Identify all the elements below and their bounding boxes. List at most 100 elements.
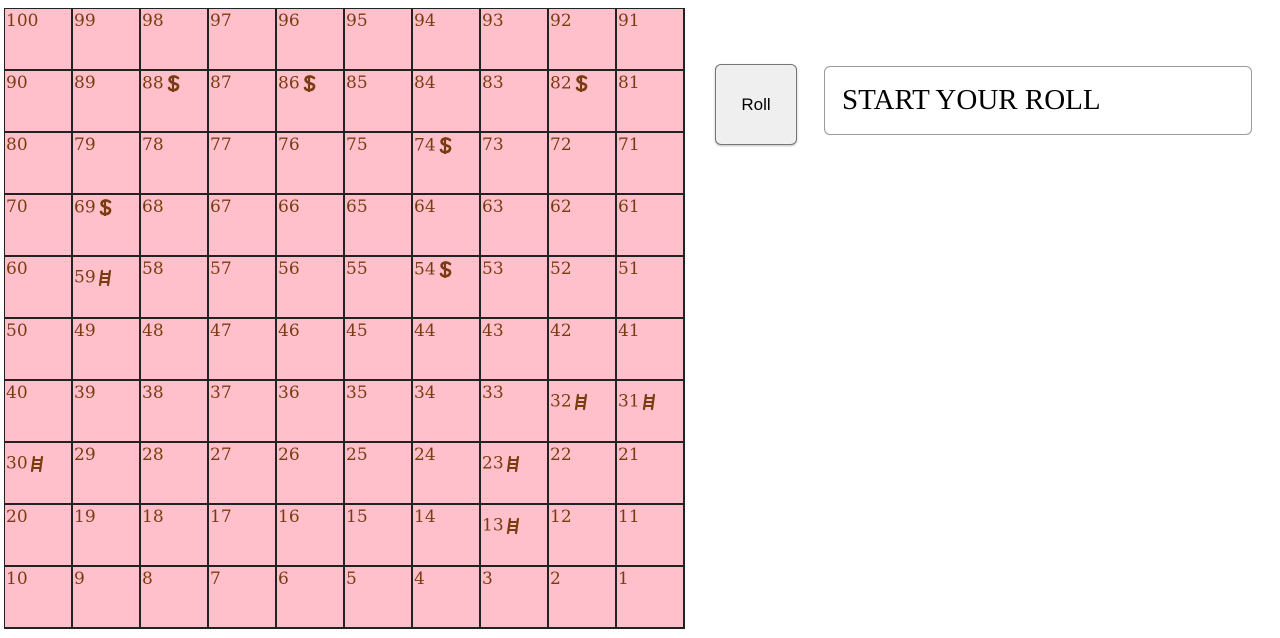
cell-number: 50 <box>6 323 28 340</box>
cell-number-label: 50 <box>6 321 28 341</box>
cell-number-label: 21 <box>618 445 640 465</box>
cell-number: 19 <box>74 509 96 526</box>
cell-number-label: 11 <box>618 507 640 527</box>
cell-number: 90 <box>6 75 28 92</box>
cell-number: 51 <box>618 261 640 278</box>
cell-number: 40 <box>6 385 28 402</box>
board-cell: 100 <box>5 9 73 71</box>
cell-number-label: 60 <box>6 259 28 279</box>
cell-number: 96 <box>278 13 300 30</box>
cell-number: 87 <box>210 75 232 92</box>
cell-number-label: 69 <box>74 197 96 218</box>
cell-number: 12 <box>550 509 572 526</box>
roll-button[interactable]: Roll <box>715 64 797 145</box>
cell-number-label: 61 <box>618 197 640 217</box>
cell-number-label: 63 <box>482 197 504 217</box>
board-cell: 80 <box>5 133 73 195</box>
board-cell: 69 <box>73 195 141 257</box>
cell-number: 37 <box>210 385 232 402</box>
board-cell: 76 <box>277 133 345 195</box>
cell-number: 59 <box>74 269 113 287</box>
cell-number-label: 51 <box>618 259 640 279</box>
cell-number-label: 1 <box>618 569 629 589</box>
cell-number-label: 55 <box>346 259 368 279</box>
board-cell: 72 <box>549 133 617 195</box>
board-cell: 65 <box>345 195 413 257</box>
cell-number: 10 <box>6 571 28 588</box>
cell-number-label: 97 <box>210 11 232 31</box>
board-cell: 71 <box>617 133 685 195</box>
snake-icon <box>437 261 455 279</box>
cell-number-label: 95 <box>346 11 368 31</box>
cell-number: 93 <box>482 13 504 30</box>
cell-number-label: 2 <box>550 569 561 589</box>
cell-number-label: 39 <box>74 383 96 403</box>
cell-number: 16 <box>278 509 300 526</box>
cell-number-label: 19 <box>74 507 96 527</box>
board-cell: 90 <box>5 71 73 133</box>
cell-number-label: 92 <box>550 11 572 31</box>
board-cell: 4 <box>413 567 481 629</box>
cell-number-label: 47 <box>210 321 232 341</box>
board-cell: 99 <box>73 9 141 71</box>
cell-number: 66 <box>278 199 300 216</box>
board-cell: 70 <box>5 195 73 257</box>
cell-number-label: 68 <box>142 197 164 217</box>
board-cell: 42 <box>549 319 617 381</box>
cell-number-label: 98 <box>142 11 164 31</box>
cell-number: 88 <box>142 75 183 93</box>
board-cell: 22 <box>549 443 617 505</box>
cell-number: 62 <box>550 199 572 216</box>
board-cell: 88 <box>141 71 209 133</box>
cell-number-label: 75 <box>346 135 368 155</box>
cell-number-label: 88 <box>142 73 164 94</box>
cell-number-label: 85 <box>346 73 368 93</box>
cell-number-label: 74 <box>414 135 436 156</box>
ladder-icon <box>505 455 521 473</box>
board-cell: 82 <box>549 71 617 133</box>
cell-number: 20 <box>6 509 28 526</box>
cell-number-label: 17 <box>210 507 232 527</box>
board-cell: 98 <box>141 9 209 71</box>
board-cell: 9 <box>73 567 141 629</box>
board-cell: 50 <box>5 319 73 381</box>
cell-number-label: 77 <box>210 135 232 155</box>
cell-number: 6 <box>278 571 289 588</box>
board-cell: 97 <box>209 9 277 71</box>
board-cell: 62 <box>549 195 617 257</box>
board-cell: 19 <box>73 505 141 567</box>
board-cell: 49 <box>73 319 141 381</box>
board-cell: 40 <box>5 381 73 443</box>
cell-number-label: 23 <box>482 453 504 474</box>
ladder-icon <box>573 393 589 411</box>
cell-number-label: 90 <box>6 73 28 93</box>
cell-number: 99 <box>74 13 96 30</box>
board-cell: 83 <box>481 71 549 133</box>
cell-number-label: 91 <box>618 11 640 31</box>
cell-number-label: 66 <box>278 197 300 217</box>
cell-number: 29 <box>74 447 96 464</box>
cell-number: 92 <box>550 13 572 30</box>
cell-number: 53 <box>482 261 504 278</box>
cell-number-label: 15 <box>346 507 368 527</box>
board-cell: 18 <box>141 505 209 567</box>
cell-number-label: 80 <box>6 135 28 155</box>
cell-number-label: 20 <box>6 507 28 527</box>
cell-number-label: 31 <box>618 391 640 412</box>
cell-number: 38 <box>142 385 164 402</box>
cell-number: 73 <box>482 137 504 154</box>
board-cell: 25 <box>345 443 413 505</box>
board-cell: 3 <box>481 567 549 629</box>
board-cell: 14 <box>413 505 481 567</box>
cell-number-label: 38 <box>142 383 164 403</box>
cell-number: 32 <box>550 393 589 411</box>
cell-number-label: 6 <box>278 569 289 589</box>
cell-number: 98 <box>142 13 164 30</box>
cell-number-label: 22 <box>550 445 572 465</box>
cell-number: 63 <box>482 199 504 216</box>
cell-number-label: 24 <box>414 445 436 465</box>
ladder-icon <box>97 269 113 287</box>
cell-number: 69 <box>74 199 115 217</box>
board-cell: 24 <box>413 443 481 505</box>
cell-number: 3 <box>482 571 493 588</box>
